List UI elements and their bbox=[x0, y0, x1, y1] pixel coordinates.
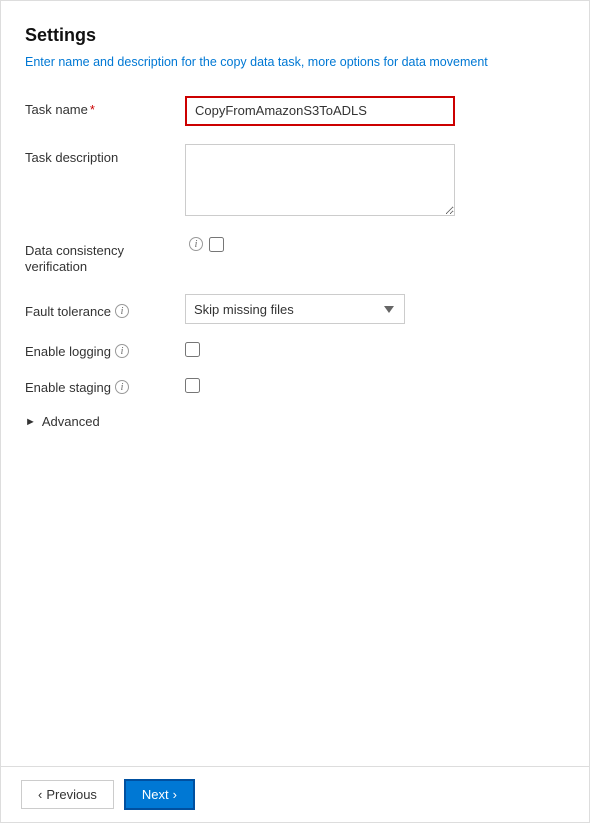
enable-logging-label-wrapper: Enable logging i bbox=[25, 344, 185, 359]
page-subtitle: Enter name and description for the copy … bbox=[25, 54, 565, 72]
page-title: Settings bbox=[25, 25, 565, 46]
task-name-row: Task name* bbox=[25, 96, 565, 126]
enable-logging-info-icon[interactable]: i bbox=[115, 344, 129, 358]
enable-staging-row: Enable staging i bbox=[25, 378, 565, 396]
data-consistency-row: Data consistency verification i bbox=[25, 237, 565, 277]
next-button[interactable]: Next › bbox=[124, 779, 195, 810]
advanced-expand-icon: ► bbox=[25, 416, 36, 428]
enable-staging-checkbox[interactable] bbox=[185, 378, 200, 393]
next-label: Next bbox=[142, 787, 169, 802]
task-name-input[interactable] bbox=[185, 96, 455, 126]
task-name-wrapper bbox=[185, 96, 565, 126]
fault-tolerance-label-wrapper: Fault tolerance i bbox=[25, 300, 185, 319]
fault-tolerance-info-icon[interactable]: i bbox=[115, 304, 129, 318]
data-consistency-label: Data consistency verification bbox=[25, 237, 185, 277]
task-name-label: Task name* bbox=[25, 96, 185, 119]
enable-logging-checkbox[interactable] bbox=[185, 342, 200, 357]
fault-tolerance-label: Fault tolerance bbox=[25, 304, 111, 319]
enable-staging-label: Enable staging bbox=[25, 380, 111, 395]
fault-tolerance-select[interactable]: Skip missing files None Skip incompatibl… bbox=[185, 294, 405, 324]
task-description-wrapper bbox=[185, 144, 565, 219]
enable-staging-wrapper bbox=[185, 378, 565, 396]
enable-logging-wrapper bbox=[185, 342, 565, 360]
next-arrow-icon: › bbox=[173, 787, 177, 802]
enable-staging-info-icon[interactable]: i bbox=[115, 380, 129, 394]
fault-tolerance-row: Fault tolerance i Skip missing files Non… bbox=[25, 294, 565, 324]
advanced-section[interactable]: ► Advanced bbox=[25, 414, 565, 429]
footer: ‹ Previous Next › bbox=[1, 766, 589, 822]
advanced-label: Advanced bbox=[42, 414, 100, 429]
previous-arrow-icon: ‹ bbox=[38, 787, 42, 802]
required-star: * bbox=[90, 102, 95, 117]
main-content: Settings Enter name and description for … bbox=[1, 1, 589, 766]
data-consistency-checkbox[interactable] bbox=[209, 237, 224, 252]
data-consistency-wrapper: i bbox=[185, 237, 565, 252]
task-description-row: Task description bbox=[25, 144, 565, 219]
previous-button[interactable]: ‹ Previous bbox=[21, 780, 114, 809]
previous-label: Previous bbox=[46, 787, 97, 802]
data-consistency-info-icon[interactable]: i bbox=[189, 237, 203, 251]
enable-logging-label: Enable logging bbox=[25, 344, 111, 359]
task-description-label: Task description bbox=[25, 144, 185, 167]
fault-tolerance-wrapper: Skip missing files None Skip incompatibl… bbox=[185, 294, 565, 324]
enable-logging-row: Enable logging i bbox=[25, 342, 565, 360]
task-description-textarea[interactable] bbox=[185, 144, 455, 216]
enable-staging-label-wrapper: Enable staging i bbox=[25, 380, 185, 395]
